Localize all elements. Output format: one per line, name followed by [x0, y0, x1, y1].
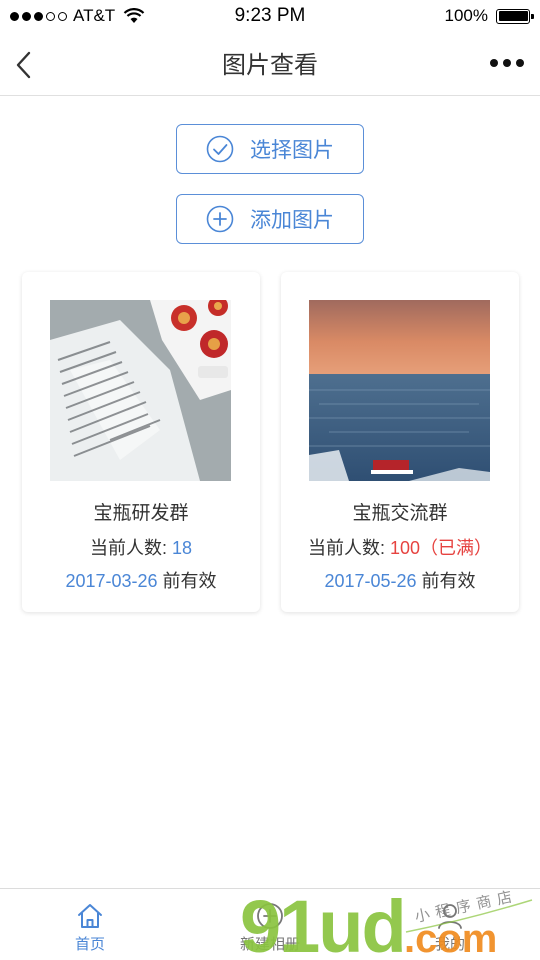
tab-home-label: 首页: [74, 936, 105, 953]
more-dot: [516, 59, 524, 67]
select-image-label: 选择图片: [250, 139, 334, 162]
group-card[interactable]: 宝瓶交流群 当前人数: 100（已满） 2017-05-26 前有效: [281, 272, 519, 612]
check-circle-icon: [206, 135, 234, 163]
more-dot: [490, 59, 498, 67]
member-count-label: 当前人数:: [89, 538, 167, 558]
group-thumbnail-image[interactable]: [50, 300, 231, 481]
tab-bar: 首页 新建相册 我的: [0, 888, 540, 960]
home-icon: [78, 904, 102, 928]
tab-mine-label: 我的: [434, 936, 465, 953]
group-name: 宝瓶研发群: [93, 503, 189, 524]
status-right: 100%: [444, 6, 534, 26]
member-count-label: 当前人数:: [307, 538, 385, 558]
group-name: 宝瓶交流群: [352, 503, 448, 524]
more-button[interactable]: [490, 56, 524, 70]
battery-icon: [496, 8, 534, 24]
valid-until: 2017-05-26 前有效: [281, 567, 519, 593]
tab-new-album-label: 新建相册: [239, 936, 300, 953]
valid-until: 2017-03-26 前有效: [22, 567, 260, 593]
member-count: 当前人数: 18: [22, 534, 260, 560]
plus-circle-icon: [206, 205, 234, 233]
status-bar: AT&T 9:23 PM 100%: [0, 0, 540, 34]
group-thumbnail-image[interactable]: [309, 300, 490, 481]
member-count: 当前人数: 100（已满）: [281, 534, 519, 560]
sea-sunset-photo: [309, 300, 490, 481]
select-image-button[interactable]: 选择图片: [176, 124, 364, 174]
member-count-value: 18: [172, 538, 193, 558]
newspaper-photo: [50, 300, 231, 481]
page-title: 图片查看: [222, 52, 318, 79]
valid-suffix: 前有效: [421, 571, 476, 591]
tab-mine[interactable]: 我的: [395, 901, 505, 954]
plus-circle-icon: [257, 903, 283, 929]
add-image-label: 添加图片: [250, 209, 334, 232]
add-image-button[interactable]: 添加图片: [176, 194, 364, 244]
nav-bar: 图片查看: [0, 34, 540, 96]
more-dot: [503, 59, 511, 67]
valid-date: 2017-03-26: [65, 571, 158, 591]
valid-date: 2017-05-26: [324, 571, 417, 591]
user-icon: [438, 904, 462, 929]
group-card[interactable]: 宝瓶研发群 当前人数: 18 2017-03-26 前有效: [22, 272, 260, 612]
tab-home[interactable]: 首页: [35, 901, 145, 954]
tab-new-album[interactable]: 新建相册: [215, 901, 325, 954]
battery-percent: 100%: [444, 6, 488, 25]
member-count-value: 100（已满）: [389, 538, 493, 558]
valid-suffix: 前有效: [162, 571, 217, 591]
